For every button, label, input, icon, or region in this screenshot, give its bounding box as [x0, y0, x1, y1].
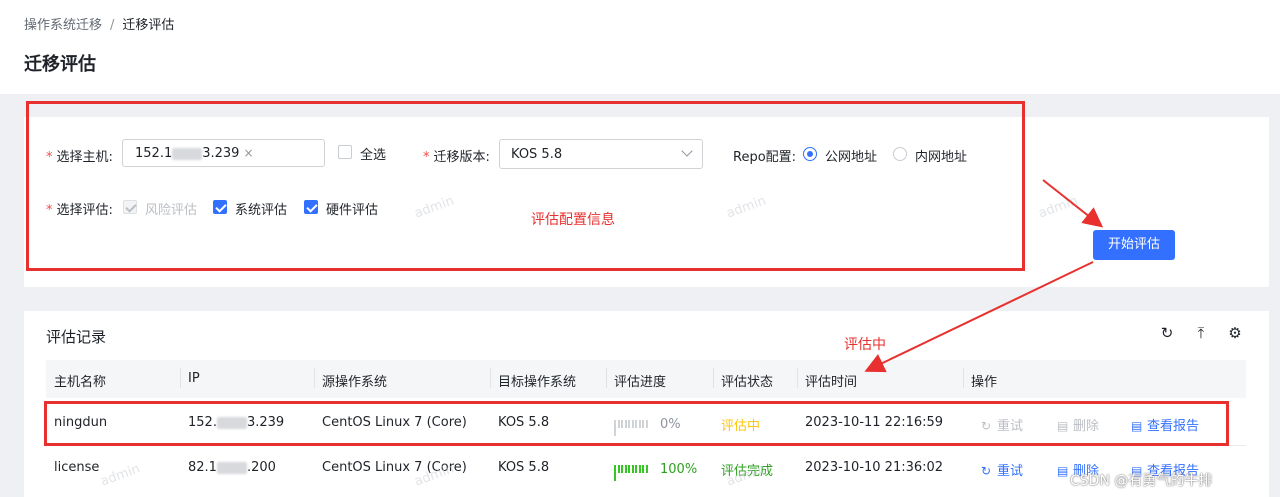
arrow-to-start-button — [1042, 179, 1104, 228]
credit-watermark: CSDN @有勇气的牛排 — [1070, 473, 1213, 489]
annotation-arrows — [864, 179, 1104, 373]
arrow-to-time-column — [864, 261, 1094, 373]
